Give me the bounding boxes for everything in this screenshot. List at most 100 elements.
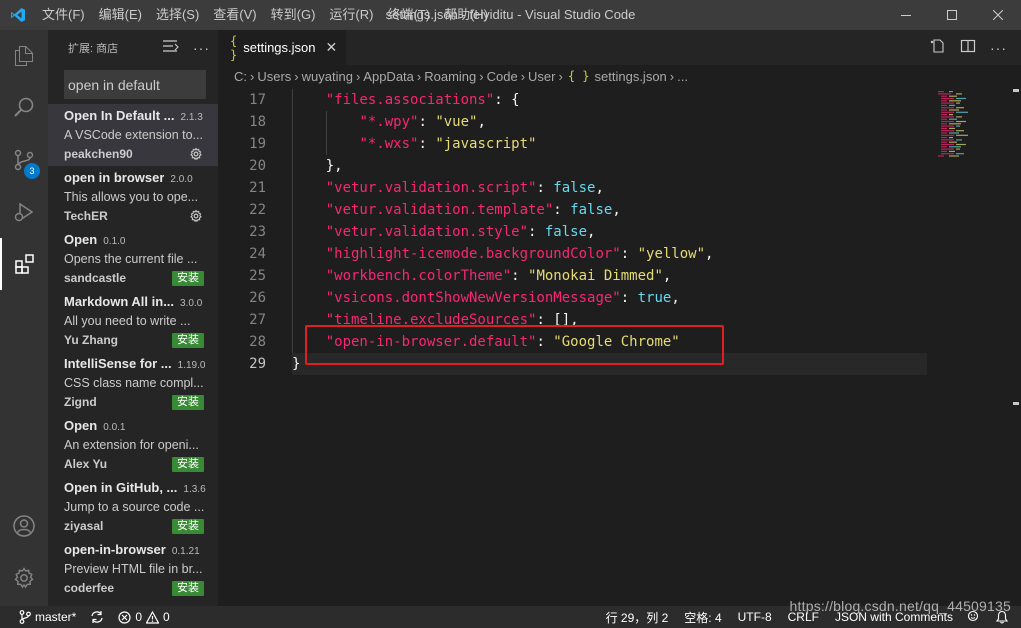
vertical-scrollbar[interactable] [1007, 89, 1021, 606]
extension-list-item[interactable]: Open in GitHub, ... 1.3.6 Jump to a source… [48, 476, 218, 538]
accounts-icon[interactable] [0, 500, 48, 552]
breadcrumb-separator-icon: › [479, 68, 484, 84]
extension-list-item[interactable]: open-in-browser 0.1.21 Preview HTML file i… [48, 538, 218, 600]
editor-more-actions-icon[interactable]: ··· [990, 40, 1007, 56]
install-button[interactable]: 安装 [172, 518, 204, 534]
problems-status[interactable]: 0 0 [113, 606, 174, 628]
code-token: : { [494, 92, 520, 108]
csdn-watermark: https://blog.csdn.net/qq_44509135 [789, 598, 1011, 614]
breadcrumb-item[interactable]: ... [677, 69, 688, 84]
menu-item[interactable]: 转到(G) [264, 0, 323, 30]
menu-item[interactable]: 终端(T) [380, 0, 437, 30]
menu-item[interactable]: 帮助(H) [437, 0, 495, 30]
menu-item[interactable]: 选择(S) [149, 0, 206, 30]
breadcrumb-item[interactable]: Roaming [424, 69, 476, 84]
minimize-button[interactable] [883, 0, 929, 30]
extension-search-box[interactable] [64, 70, 206, 99]
branch-name: master* [35, 610, 77, 624]
breadcrumb-item[interactable]: User [528, 69, 555, 84]
code-line: 26 "vsicons.dontShowNewVersionMessage": t… [218, 287, 933, 309]
menu-item[interactable]: 运行(R) [322, 0, 380, 30]
install-button[interactable]: 安装 [172, 456, 204, 472]
install-button[interactable]: 安装 [172, 580, 204, 596]
maximize-button[interactable] [929, 0, 975, 30]
filter-list-icon[interactable] [163, 40, 179, 55]
menu-bar: 文件(F) 编辑(E) 选择(S) 查看(V) 转到(G) 运行(R) 终端(T) 帮助(H) [35, 0, 495, 30]
extension-version: 0.1.0 [103, 236, 126, 247]
editor-tabs: { } settings.json ✕ ··· [218, 30, 1021, 65]
install-button[interactable]: 安装 [172, 270, 204, 286]
encoding-status[interactable]: UTF-8 [730, 606, 780, 628]
extension-name: Markdown All in... [64, 294, 175, 309]
run-debug-icon[interactable] [0, 186, 48, 238]
extensions-sidebar: 扩展: 商店 ··· Open In Default ... 2.1.3 A VSC… [48, 30, 218, 606]
line-number: 29 [249, 356, 266, 372]
breadcrumb-item[interactable]: C: [234, 69, 247, 84]
extension-list-item[interactable]: Markdown All in... 3.0.0 All you need to w… [48, 290, 218, 352]
extension-list-item[interactable]: IntelliSense for ... 1.19.0 CSS class name… [48, 352, 218, 414]
source-control-icon[interactable]: 3 [0, 134, 48, 186]
cursor-position[interactable]: 行 29，列 2 [598, 606, 677, 628]
close-window-button[interactable] [975, 0, 1021, 30]
tab-label: settings.json [243, 40, 316, 55]
extension-manage-gear-icon[interactable] [188, 208, 204, 224]
code-token: , [662, 268, 672, 284]
extension-list-item[interactable]: Open 0.0.1 An extension for openi... Alex Y… [48, 414, 218, 476]
indentation-status[interactable]: 空格: 4 [676, 606, 729, 628]
breadcrumb-item[interactable]: Users [257, 69, 291, 84]
tab-settings-json[interactable]: { } settings.json ✕ [218, 30, 346, 65]
extension-name: Open [64, 418, 98, 433]
extension-list-item[interactable]: Open In Default ... 2.1.3 A VSCode extensi… [48, 104, 218, 166]
json-file-icon: { } [567, 69, 590, 83]
branch-status[interactable]: master* [14, 606, 81, 628]
extension-list-item[interactable]: Open 0.1.0 Opens the current file ... sandc… [48, 228, 218, 290]
search-icon[interactable] [0, 82, 48, 134]
title-bar: 文件(F) 编辑(E) 选择(S) 查看(V) 转到(G) 运行(R) 终端(T) 帮助(H)… [0, 0, 1021, 30]
more-actions-icon[interactable]: ··· [193, 40, 210, 56]
extension-version: 0.1.21 [171, 546, 200, 557]
sidebar-header: 扩展: 商店 ··· [48, 30, 218, 65]
extension-publisher: ziyasal [64, 519, 104, 533]
code-token: "yellow" [637, 246, 706, 262]
manage-button[interactable] [0, 552, 48, 604]
settings-gear-icon[interactable] [0, 552, 48, 604]
code-token: "vetur.validation.style" [325, 224, 529, 240]
extensions-icon[interactable] [0, 238, 48, 290]
minimap[interactable] [934, 89, 1010, 179]
breadcrumb-item[interactable]: settings.json [595, 69, 667, 84]
code-line: 24 "highlight-icemode.backgroundColor": "… [218, 243, 933, 265]
breadcrumb-separator-icon: › [416, 68, 422, 84]
extension-description: CSS class name compl... [64, 376, 204, 390]
code-token: , [587, 224, 596, 240]
split-editor-icon[interactable] [960, 38, 976, 57]
menu-item[interactable]: 编辑(E) [92, 0, 149, 30]
code-token: "Monokai Dimmed" [528, 268, 663, 284]
code-token: : [553, 202, 571, 218]
code-line: 19 "*.wxs": "javascript" [218, 133, 933, 155]
explorer-icon[interactable] [0, 30, 48, 82]
accounts-button[interactable] [0, 500, 48, 552]
menu-item[interactable]: 文件(F) [35, 0, 92, 30]
breadcrumb-item[interactable]: AppData [363, 69, 414, 84]
breadcrumb-separator-icon: › [355, 68, 361, 84]
menu-item[interactable]: 查看(V) [206, 0, 263, 30]
code-token: : [536, 180, 554, 196]
code-token: "*.wxs" [359, 136, 419, 152]
breadcrumb-item[interactable]: Code [487, 69, 518, 84]
warning-icon [146, 610, 160, 624]
install-button[interactable]: 安装 [172, 332, 204, 348]
breadcrumb-item[interactable]: wuyating [302, 69, 353, 84]
code-token: : [418, 114, 436, 130]
code-token: , [671, 290, 680, 306]
open-settings-ui-icon[interactable] [930, 38, 946, 57]
code-line: 22 "vetur.validation.template": false, [218, 199, 933, 221]
sync-button[interactable] [85, 606, 109, 628]
close-tab-icon[interactable]: ✕ [326, 39, 338, 56]
extension-list-item[interactable]: open in browser 2.0.0 This allows you to o… [48, 166, 218, 228]
install-button[interactable]: 安装 [172, 394, 204, 410]
code-token: "vetur.validation.template" [325, 202, 554, 218]
extension-version: 0.0.1 [103, 422, 126, 433]
extension-search-input[interactable] [68, 76, 198, 93]
code-token: "*.wpy" [359, 114, 419, 130]
extension-manage-gear-icon[interactable] [188, 146, 204, 162]
